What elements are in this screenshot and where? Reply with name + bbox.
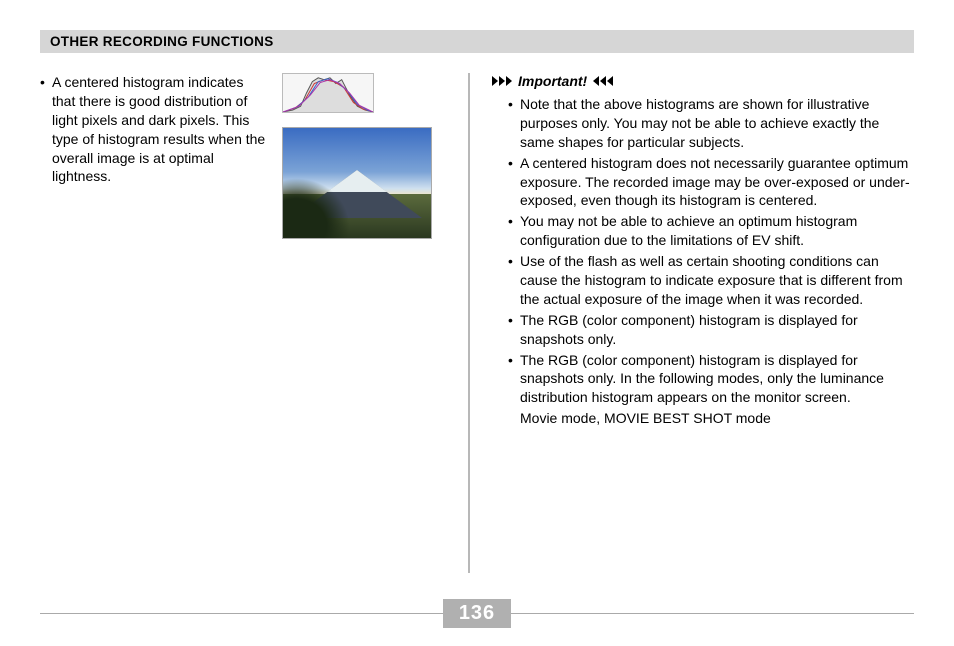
bullet-dot: •: [508, 351, 520, 408]
important-label: Important!: [518, 73, 587, 89]
bullet-text: The RGB (color component) histogram is d…: [520, 351, 914, 408]
bullet-dot: •: [508, 311, 520, 349]
list-item: • A centered histogram does not necessar…: [508, 154, 914, 211]
triangle-right-icon: [492, 76, 512, 86]
bullet-text: A centered histogram indicates that ther…: [52, 73, 270, 186]
list-item: • The RGB (color component) histogram is…: [508, 311, 914, 349]
right-column: Important! • Note that the above histogr…: [482, 73, 914, 573]
histogram-illustration: [282, 73, 374, 113]
important-list: • Note that the above histograms are sho…: [492, 95, 914, 428]
bullet-text: Note that the above histograms are shown…: [520, 95, 914, 152]
important-heading: Important!: [492, 73, 914, 89]
illustrations: [282, 73, 422, 239]
left-column: • A centered histogram indicates that th…: [40, 73, 460, 573]
left-text: • A centered histogram indicates that th…: [40, 73, 270, 186]
footer-rule: [40, 613, 443, 614]
list-item: • You may not be able to achieve an opti…: [508, 212, 914, 250]
bullet-text: You may not be able to achieve an optimu…: [520, 212, 914, 250]
column-divider: [468, 73, 470, 573]
bullet-dot: •: [508, 95, 520, 152]
triangle-left-icon: [593, 76, 613, 86]
bullet-text: A centered histogram does not necessaril…: [520, 154, 914, 211]
bullet-text: The RGB (color component) histogram is d…: [520, 311, 914, 349]
bullet-dot: •: [508, 252, 520, 309]
footer-rule: [511, 613, 914, 614]
bullet-dot: •: [508, 212, 520, 250]
page-footer: 136: [40, 599, 914, 628]
content-columns: • A centered histogram indicates that th…: [40, 73, 914, 573]
bullet-dot: •: [508, 154, 520, 211]
list-item: • Note that the above histograms are sho…: [508, 95, 914, 152]
list-item: • The RGB (color component) histogram is…: [508, 351, 914, 408]
section-header: OTHER RECORDING FUNCTIONS: [40, 30, 914, 53]
photo-illustration: [282, 127, 432, 239]
continuation-line: Movie mode, MOVIE BEST SHOT mode: [520, 409, 914, 428]
page-number: 136: [443, 599, 511, 628]
list-item: • Use of the flash as well as certain sh…: [508, 252, 914, 309]
bullet-dot: •: [40, 73, 52, 186]
list-item: • A centered histogram indicates that th…: [40, 73, 270, 186]
bullet-text: Use of the flash as well as certain shoo…: [520, 252, 914, 309]
